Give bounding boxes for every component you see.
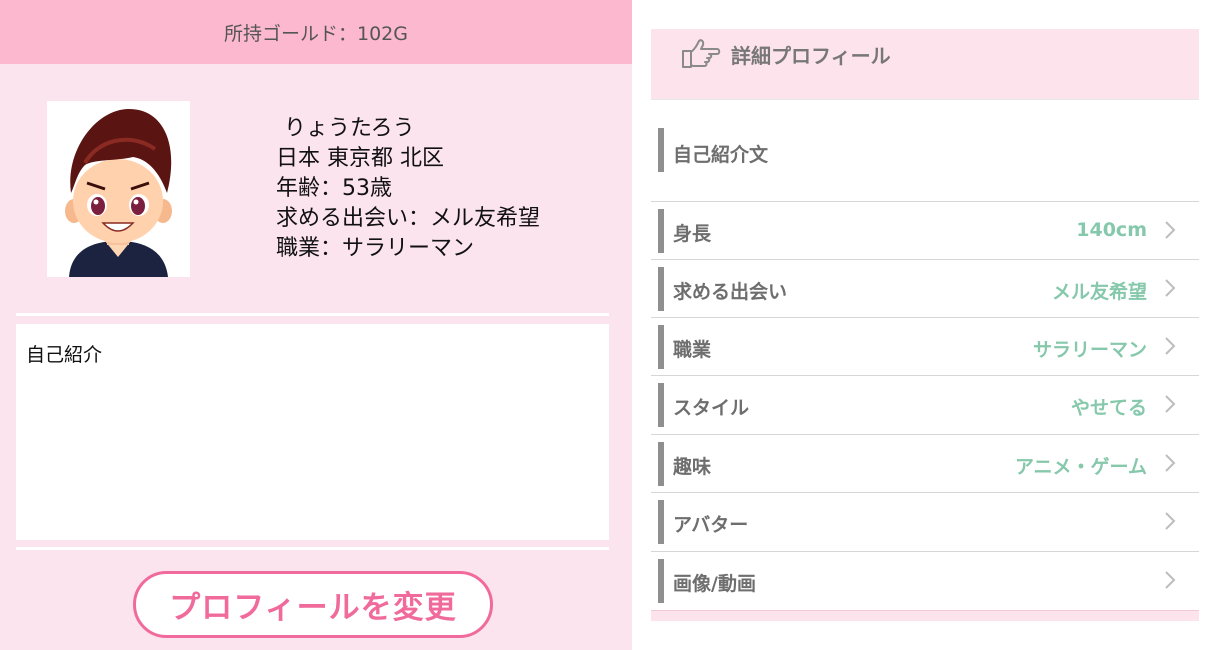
- detail-row-media[interactable]: 画像/動画: [651, 551, 1199, 610]
- detail-row-style[interactable]: スタイル やせてる: [651, 375, 1199, 434]
- row-label: スタイル: [673, 397, 750, 419]
- divider: [16, 547, 609, 550]
- chevron-right-icon: [1165, 512, 1176, 530]
- row-label: アバター: [673, 514, 749, 536]
- pointing-hand-icon: [682, 39, 721, 68]
- row-label: 趣味: [673, 456, 712, 478]
- section-marker: [658, 128, 664, 172]
- row-label: 画像/動画: [673, 573, 756, 595]
- detail-profile-title: 詳細プロフィール: [731, 44, 891, 68]
- self-intro-section[interactable]: 自己紹介文: [651, 100, 1199, 202]
- detail-profile-panel: 詳細プロフィール 自己紹介文 身長 140cm 求める出会い メル友希望 職業 …: [651, 0, 1199, 650]
- self-intro-label: 自己紹介文: [673, 144, 769, 166]
- change-profile-label: プロフィールを変更: [169, 590, 457, 626]
- divider: [16, 313, 609, 316]
- row-value: サラリーマン: [1032, 339, 1147, 361]
- bottom-strip: [651, 610, 1199, 621]
- chevron-right-icon: [1165, 571, 1176, 589]
- profile-name: りょうたろう: [284, 116, 415, 141]
- change-profile-button[interactable]: プロフィールを変更: [133, 571, 493, 638]
- chevron-right-icon: [1165, 337, 1176, 355]
- detail-profile-header: 詳細プロフィール: [651, 29, 1199, 100]
- avatar-illustration: [65, 109, 172, 277]
- profile-age: 年齢：53歳: [276, 176, 392, 201]
- gold-balance-text: 所持ゴールド：102G: [224, 22, 408, 45]
- row-value: やせてる: [1070, 397, 1147, 419]
- section-marker: [658, 325, 664, 369]
- row-label: 求める出会い: [673, 281, 788, 303]
- section-marker: [658, 267, 664, 311]
- chevron-right-icon: [1165, 279, 1176, 297]
- detail-row-job[interactable]: 職業 サラリーマン: [651, 317, 1199, 376]
- row-value: 140cm: [1076, 219, 1147, 241]
- section-marker: [658, 442, 664, 486]
- my-profile-panel: 所持ゴールド：102G りょうたろう 日本 東京都 北区 年齢：53歳 求める出…: [0, 0, 632, 650]
- profile-summary: りょうたろう 日本 東京都 北区 年齢：53歳 求める出会い：メル友希望 職業：…: [276, 114, 540, 264]
- detail-row-hobby[interactable]: 趣味 アニメ・ゲーム: [651, 434, 1199, 493]
- row-value: アニメ・ゲーム: [1014, 456, 1147, 478]
- section-marker: [658, 209, 664, 253]
- profile-location: 日本 東京都 北区: [276, 146, 444, 171]
- avatar[interactable]: [47, 101, 190, 277]
- gold-balance-bar: 所持ゴールド：102G: [0, 0, 632, 64]
- row-label: 職業: [673, 339, 712, 361]
- row-label: 身長: [673, 223, 712, 245]
- profile-seeking: 求める出会い：メル友希望: [276, 206, 541, 231]
- detail-row-height[interactable]: 身長 140cm: [651, 201, 1199, 260]
- section-marker: [658, 559, 664, 603]
- section-marker: [658, 500, 664, 544]
- chevron-right-icon: [1165, 395, 1176, 413]
- chevron-right-icon: [1165, 221, 1176, 239]
- section-marker: [658, 383, 664, 427]
- self-intro-text: 自己紹介: [26, 344, 103, 366]
- self-intro-box[interactable]: 自己紹介: [16, 324, 609, 540]
- profile-job: 職業：サラリーマン: [276, 236, 475, 261]
- chevron-right-icon: [1165, 454, 1176, 472]
- detail-row-avatar[interactable]: アバター: [651, 492, 1199, 551]
- detail-row-seeking[interactable]: 求める出会い メル友希望: [651, 259, 1199, 318]
- row-value: メル友希望: [1051, 281, 1147, 303]
